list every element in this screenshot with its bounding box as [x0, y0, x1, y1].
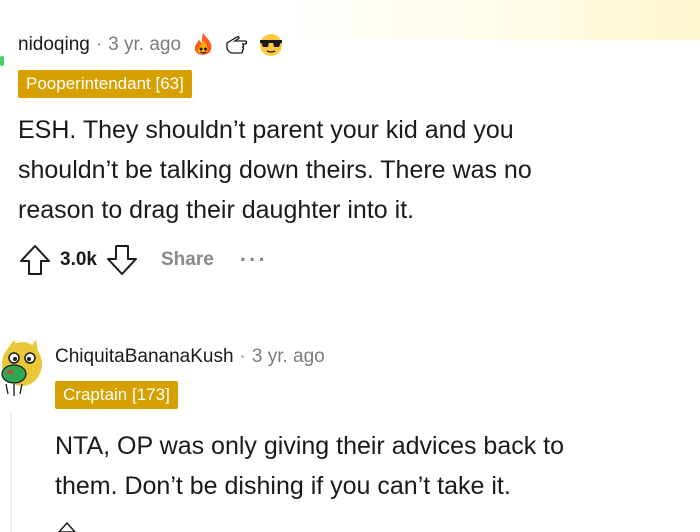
pointing-hand-award-icon[interactable]	[223, 31, 251, 59]
sunglasses-award-icon[interactable]	[257, 31, 285, 59]
awards	[189, 31, 285, 59]
comment-1: nidoqing · 3 yr. ago Pooperintendant [63	[18, 30, 688, 280]
avatar[interactable]	[0, 336, 44, 398]
flair-row: Pooperintendant [63]	[18, 70, 688, 98]
share-button[interactable]: Share	[161, 249, 214, 271]
online-indicator	[0, 56, 4, 66]
comment-line: reason to drag their daughter into it.	[18, 196, 415, 224]
username[interactable]: nidoqing	[18, 34, 90, 56]
vote-count: 3.0k	[60, 249, 97, 270]
user-flair: Pooperintendant [63]	[18, 70, 192, 98]
comment-body: ESH. They shouldn’t parent your kid and …	[18, 110, 688, 230]
fire-award-icon[interactable]	[189, 31, 217, 59]
more-options-button[interactable]: ···	[240, 247, 268, 273]
timestamp[interactable]: 3 yr. ago	[108, 34, 181, 56]
comment-meta: ChiquitaBananaKush · 3 yr. ago	[55, 342, 325, 372]
comment-line: shouldn’t be talking down theirs. There …	[18, 156, 532, 184]
thread-line[interactable]	[10, 412, 12, 532]
meta-separator: ·	[239, 346, 246, 367]
comment-actions: 3.0k Share ···	[18, 240, 688, 280]
user-flair: Craptain [173]	[55, 381, 178, 409]
comment-line: NTA, OP was only giving their advices ba…	[55, 432, 565, 460]
comment-meta: nidoqing · 3 yr. ago	[18, 30, 688, 60]
upvote-arrow-icon[interactable]	[18, 243, 52, 277]
comment-body: NTA, OP was only giving their advices ba…	[55, 426, 675, 506]
meta-separator: ·	[95, 34, 103, 55]
comment-line: them. Don’t be dishing if you can’t take…	[55, 472, 511, 500]
upvote-arrow-icon[interactable]	[58, 522, 76, 532]
downvote-arrow-icon[interactable]	[105, 243, 139, 277]
flair-row: Craptain [173]	[55, 381, 178, 409]
timestamp[interactable]: 3 yr. ago	[252, 346, 325, 368]
comment-line: ESH. They shouldn’t parent your kid and …	[18, 116, 514, 144]
username[interactable]: ChiquitaBananaKush	[55, 346, 234, 368]
